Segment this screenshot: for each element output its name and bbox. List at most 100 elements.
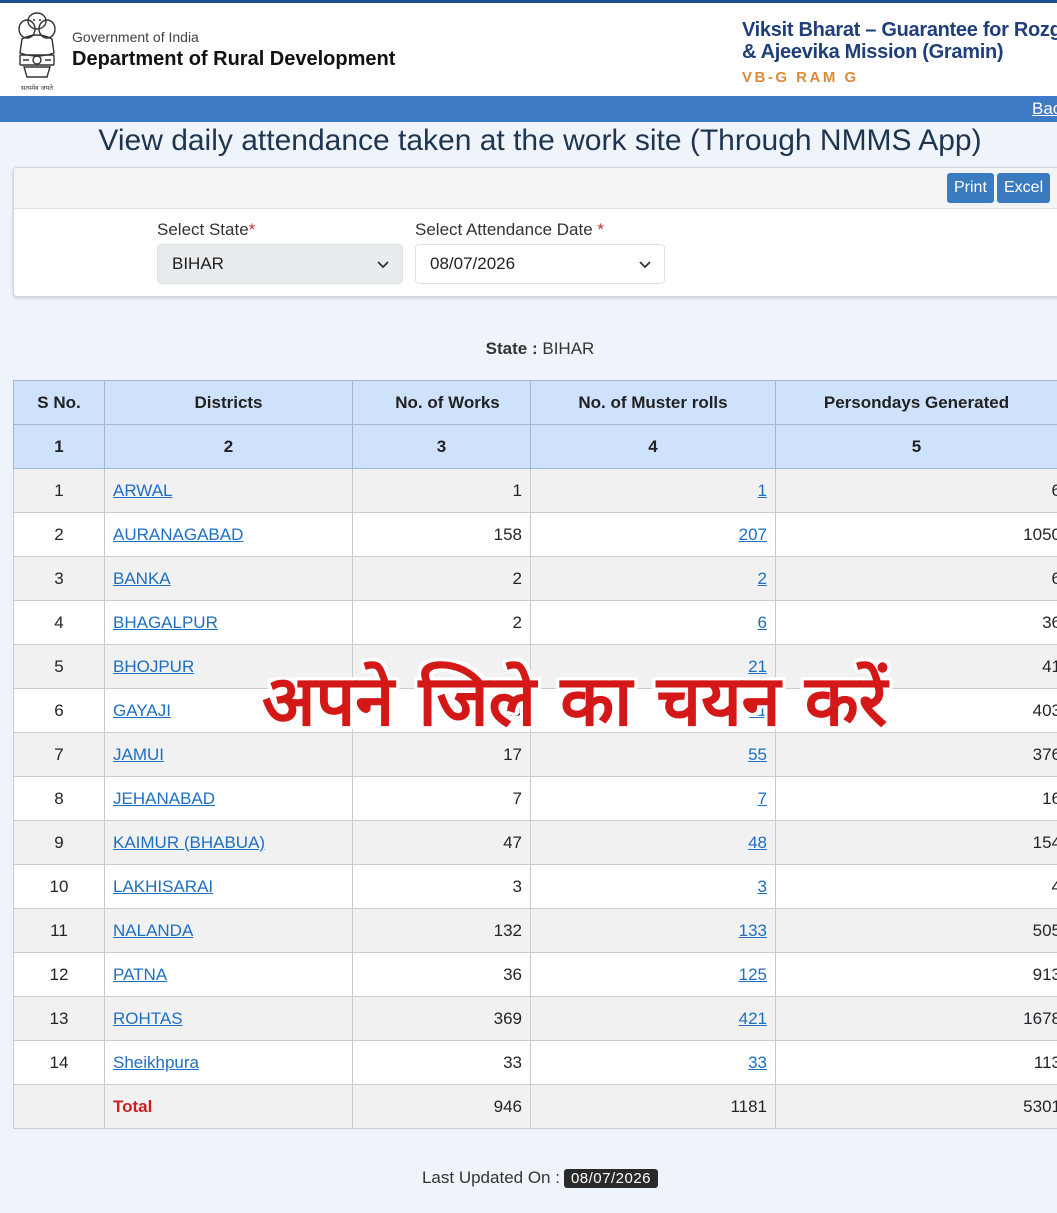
muster-roll-link[interactable]: 33 — [748, 1053, 767, 1072]
cell-district: BHOJPUR — [104, 644, 353, 689]
cell-muster-rolls: 6 — [530, 600, 776, 645]
cell-district: JAMUI — [104, 732, 353, 777]
cell-muster-rolls: 48 — [530, 820, 776, 865]
back-link[interactable]: Back — [1032, 99, 1057, 119]
cell-persondays: 505 — [775, 908, 1057, 953]
cell-total-persondays: 5301 — [775, 1084, 1057, 1129]
cell-total-label: Total — [104, 1084, 353, 1129]
attendance-date-select[interactable]: 08/07/2026 — [415, 244, 665, 284]
muster-roll-link[interactable]: 21 — [748, 657, 767, 676]
muster-roll-link[interactable]: 3 — [758, 877, 767, 896]
district-link[interactable]: AURANAGABAD — [113, 525, 243, 544]
muster-roll-link[interactable]: 48 — [748, 833, 767, 852]
cell-works: 2 — [352, 556, 531, 601]
district-link[interactable]: BHAGALPUR — [113, 613, 218, 632]
cell-persondays: 6 — [775, 468, 1057, 513]
required-mark: * — [597, 220, 605, 239]
cell-district: JEHANABAD — [104, 776, 353, 821]
table-header-number-row: 1 2 3 4 5 — [13, 424, 1057, 469]
state-select-label: Select State* — [157, 220, 255, 240]
col-number: 3 — [352, 424, 531, 469]
col-number: 2 — [104, 424, 353, 469]
district-link[interactable]: KAIMUR (BHABUA) — [113, 833, 265, 852]
cell-sno: 8 — [13, 776, 105, 821]
cell-district: BHAGALPUR — [104, 600, 353, 645]
cell-persondays: 41 — [775, 644, 1057, 689]
cell-persondays: 4 — [775, 864, 1057, 909]
scheme-title-line2: & Ajeevika Mission (Gramin) — [742, 41, 1004, 63]
cell-works: 47 — [352, 820, 531, 865]
state-caption: State : BIHAR — [0, 339, 1057, 359]
cell-muster-rolls: 55 — [530, 732, 776, 777]
cell-district: BANKA — [104, 556, 353, 601]
muster-roll-link[interactable]: 55 — [748, 745, 767, 764]
muster-roll-link[interactable]: 1 — [758, 481, 767, 500]
table-row: 14 Sheikhpura 33 33 113 — [13, 1040, 1057, 1085]
last-updated: Last Updated On :08/07/2026 — [0, 1168, 1057, 1188]
table-row: 5 BHOJPUR 21 21 41 — [13, 644, 1057, 689]
cell-persondays: 16 — [775, 776, 1057, 821]
cell-sno: 12 — [13, 952, 105, 997]
cell-muster-rolls: 125 — [530, 952, 776, 997]
district-link[interactable]: BHOJPUR — [113, 657, 194, 676]
muster-roll-link[interactable]: 207 — [739, 525, 767, 544]
muster-roll-link[interactable]: 7 — [758, 789, 767, 808]
emblem-caption: सत्यमेव जयते — [21, 84, 53, 92]
national-emblem-logo: सत्यमेव जयते — [18, 12, 56, 92]
cell-muster-rolls: 207 — [530, 512, 776, 557]
required-mark: * — [248, 220, 256, 239]
cell-works: 2 — [352, 600, 531, 645]
table-row: 4 BHAGALPUR 2 6 36 — [13, 600, 1057, 645]
state-select[interactable]: BIHAR — [157, 244, 403, 284]
cell-works: 132 — [352, 908, 531, 953]
cell-total-muster-rolls: 1181 — [530, 1084, 776, 1129]
muster-roll-link[interactable]: 6 — [758, 613, 767, 632]
table-row: 1 ARWAL 1 1 6 — [13, 468, 1057, 513]
department-title: Department of Rural Development — [72, 48, 396, 70]
page-title: View daily attendance taken at the work … — [98, 124, 982, 157]
district-link[interactable]: ROHTAS — [113, 1009, 183, 1028]
col-number: 5 — [775, 424, 1057, 469]
cell-sno: 2 — [13, 512, 105, 557]
cell-sno — [13, 1084, 105, 1129]
muster-roll-link[interactable]: 125 — [739, 965, 767, 984]
date-select-value: 08/07/2026 — [430, 254, 516, 273]
cell-sno: 3 — [13, 556, 105, 601]
cell-muster-rolls: 421 — [530, 996, 776, 1041]
cell-persondays: 403 — [775, 688, 1057, 733]
cell-muster-rolls: 3 — [530, 864, 776, 909]
district-link[interactable]: BANKA — [113, 569, 171, 588]
district-link[interactable]: Sheikhpura — [113, 1053, 199, 1072]
excel-button[interactable]: Excel — [997, 173, 1051, 203]
print-button[interactable]: Print — [947, 173, 994, 203]
table-row: 8 JEHANABAD 7 7 16 — [13, 776, 1057, 821]
district-link[interactable]: JEHANABAD — [113, 789, 215, 808]
cell-persondays: 1678 — [775, 996, 1057, 1041]
table-header-row: S No. Districts No. of Works No. of Must… — [13, 380, 1057, 425]
district-link[interactable]: PATNA — [113, 965, 167, 984]
cell-works: 1 — [352, 468, 531, 513]
table-row: 11 NALANDA 132 133 505 — [13, 908, 1057, 953]
muster-roll-link[interactable]: 421 — [739, 1009, 767, 1028]
district-link[interactable]: LAKHISARAI — [113, 877, 213, 896]
cell-persondays: 36 — [775, 600, 1057, 645]
cell-sno: 11 — [13, 908, 105, 953]
district-link[interactable]: JAMUI — [113, 745, 164, 764]
muster-roll-link[interactable]: 133 — [739, 921, 767, 940]
chevron-down-icon — [377, 261, 389, 269]
cell-sno: 7 — [13, 732, 105, 777]
cell-district: ARWAL — [104, 468, 353, 513]
muster-roll-link[interactable]: 11 — [749, 701, 767, 720]
district-link[interactable]: GAYAJI — [113, 701, 171, 720]
cell-sno: 6 — [13, 688, 105, 733]
district-link[interactable]: NALANDA — [113, 921, 193, 940]
cell-sno: 5 — [13, 644, 105, 689]
state-caption-value: BIHAR — [542, 339, 595, 358]
site-header: सत्यमेव जयते Government of India Departm… — [0, 3, 1057, 96]
muster-roll-link[interactable]: 2 — [758, 569, 767, 588]
cell-muster-rolls: 1 — [530, 468, 776, 513]
table-row: 2 AURANAGABAD 158 207 1050 — [13, 512, 1057, 557]
district-link[interactable]: ARWAL — [113, 481, 173, 500]
chevron-down-icon — [639, 261, 651, 269]
cell-sno: 4 — [13, 600, 105, 645]
